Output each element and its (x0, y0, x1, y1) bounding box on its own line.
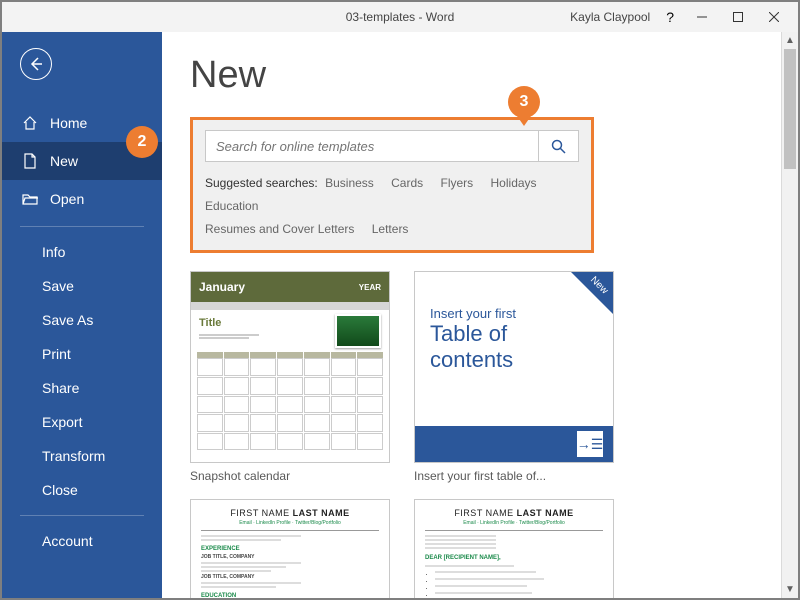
callout-2: 2 (126, 126, 158, 158)
template-thumbnail: FIRST NAME LAST NAME Email · LinkedIn Pr… (414, 499, 614, 598)
template-caption: Insert your first table of... (414, 469, 614, 483)
backstage-sidebar: Home New Open Info Save Save As Print Sh… (2, 32, 162, 598)
suggested-link[interactable]: Cards (391, 176, 423, 190)
callout-3: 3 (508, 86, 540, 118)
suggested-link[interactable]: Resumes and Cover Letters (205, 222, 354, 236)
sidebar-item-export[interactable]: Export (2, 405, 162, 439)
suggested-link[interactable]: Flyers (441, 176, 474, 190)
back-button[interactable] (20, 48, 52, 80)
suggested-link[interactable]: Letters (372, 222, 409, 236)
user-name[interactable]: Kayla Claypool (570, 10, 650, 24)
search-button[interactable] (538, 131, 578, 161)
sidebar-item-open[interactable]: Open (2, 180, 162, 218)
folder-open-icon (22, 191, 38, 207)
suggested-link[interactable]: Education (205, 199, 258, 213)
template-search-input[interactable] (206, 139, 538, 154)
sidebar-separator (20, 515, 144, 516)
close-button[interactable] (756, 3, 792, 31)
window-title: 03-templates - Word (346, 10, 455, 24)
sidebar-item-label: New (50, 153, 78, 169)
template-resume-b[interactable]: FIRST NAME LAST NAME Email · LinkedIn Pr… (414, 499, 614, 598)
scroll-up-arrow[interactable]: ▲ (782, 32, 798, 49)
callout-3-tail (517, 116, 531, 126)
sidebar-item-print[interactable]: Print (2, 337, 162, 371)
document-icon (22, 153, 38, 169)
sidebar-item-share[interactable]: Share (2, 371, 162, 405)
search-panel-highlight: Suggested searches: Business Cards Flyer… (190, 117, 594, 253)
document-arrow-icon: →☰ (577, 431, 603, 457)
scroll-down-arrow[interactable]: ▼ (782, 581, 798, 598)
title-bar: 03-templates - Word Kayla Claypool ? (2, 2, 798, 32)
home-icon (22, 115, 38, 131)
vertical-scrollbar[interactable]: ▲ ▼ (781, 32, 798, 598)
template-caption: Snapshot calendar (190, 469, 390, 483)
search-row (205, 130, 579, 162)
template-thumbnail: JanuaryYEAR Title (190, 271, 390, 463)
new-page-content: New Suggested searches: Business Cards F… (162, 32, 798, 598)
help-icon[interactable]: ? (666, 9, 674, 25)
template-thumbnail: FIRST NAME LAST NAME Email · LinkedIn Pr… (190, 499, 390, 598)
template-resume-a[interactable]: FIRST NAME LAST NAME Email · LinkedIn Pr… (190, 499, 390, 598)
minimize-button[interactable] (684, 3, 720, 31)
sidebar-item-label: Open (50, 191, 84, 207)
photo-placeholder (335, 314, 381, 348)
maximize-button[interactable] (720, 3, 756, 31)
sidebar-item-account[interactable]: Account (2, 524, 162, 558)
page-title: New (190, 54, 778, 97)
suggested-label: Suggested searches: (205, 176, 318, 190)
sidebar-item-transform[interactable]: Transform (2, 439, 162, 473)
sidebar-separator (20, 226, 144, 227)
sidebar-item-label: Home (50, 115, 87, 131)
suggested-link[interactable]: Business (325, 176, 374, 190)
suggested-searches: Suggested searches: Business Cards Flyer… (205, 172, 579, 240)
sidebar-item-save-as[interactable]: Save As (2, 303, 162, 337)
scroll-thumb[interactable] (784, 49, 796, 169)
template-table-of-contents[interactable]: New Insert your first Table of contents … (414, 271, 614, 483)
scroll-track[interactable] (782, 49, 798, 581)
template-thumbnail: New Insert your first Table of contents … (414, 271, 614, 463)
sidebar-item-save[interactable]: Save (2, 269, 162, 303)
suggested-link[interactable]: Holidays (491, 176, 537, 190)
sidebar-item-close[interactable]: Close (2, 473, 162, 507)
template-snapshot-calendar[interactable]: JanuaryYEAR Title Snapshot calendar (190, 271, 390, 483)
sidebar-item-info[interactable]: Info (2, 235, 162, 269)
search-icon (551, 139, 566, 154)
